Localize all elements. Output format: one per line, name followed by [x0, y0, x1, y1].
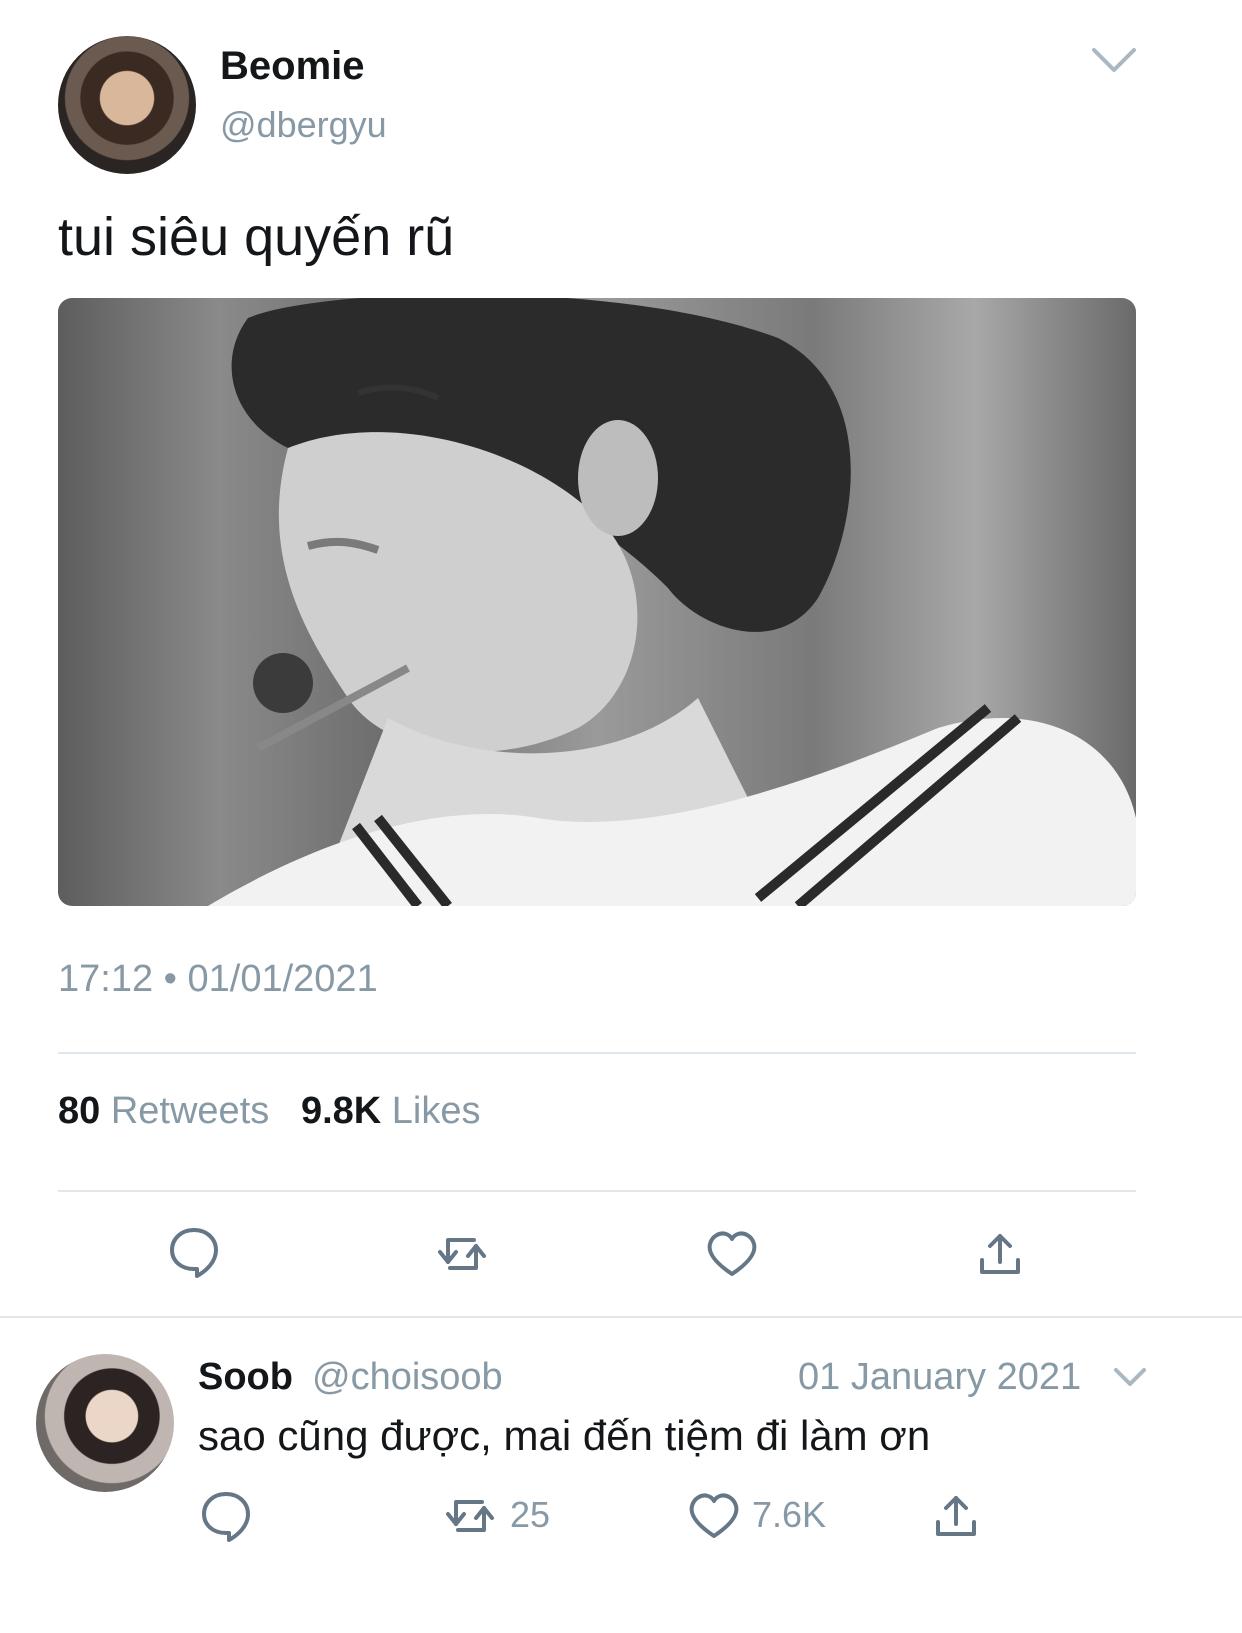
- divider: [58, 1190, 1136, 1192]
- photo-illustration: [208, 298, 1136, 906]
- author-display-name[interactable]: Beomie: [220, 44, 365, 89]
- author-handle[interactable]: @dbergyu: [220, 104, 387, 146]
- tweet-photo[interactable]: [58, 298, 1136, 906]
- reply-date: 01 January 2021: [798, 1356, 1082, 1398]
- chevron-down-icon[interactable]: [1112, 1362, 1148, 1394]
- reply-handle[interactable]: @choisoob: [312, 1356, 503, 1399]
- likes-count[interactable]: 9.8K: [301, 1090, 381, 1132]
- reply-icon[interactable]: [198, 1488, 254, 1544]
- author-avatar[interactable]: [58, 36, 196, 174]
- retweet-icon[interactable]: [434, 1226, 490, 1282]
- like-icon[interactable]: [704, 1226, 760, 1282]
- reply-display-name[interactable]: Soob: [198, 1356, 293, 1399]
- separator: [0, 1316, 1242, 1318]
- reply-author-avatar[interactable]: [36, 1354, 174, 1492]
- tweet-stats: 80 Retweets 9.8K Likes: [58, 1090, 481, 1133]
- retweet-icon[interactable]: [442, 1488, 498, 1544]
- reply-retweets-count: 25: [510, 1494, 551, 1535]
- share-icon[interactable]: [972, 1226, 1028, 1282]
- tweet-timestamp: 17:12 • 01/01/2021: [58, 958, 378, 1000]
- retweets-count[interactable]: 80: [58, 1090, 100, 1132]
- divider: [58, 1052, 1136, 1054]
- reply-likes-count: 7.6K: [752, 1494, 827, 1535]
- share-icon[interactable]: [928, 1488, 984, 1544]
- tweet-text: tui siêu quyến rũ: [58, 207, 455, 267]
- reply-icon[interactable]: [166, 1224, 222, 1280]
- reply-text: sao cũng được, mai đến tiệm đi làm ơn: [198, 1412, 931, 1459]
- like-icon[interactable]: [686, 1488, 742, 1544]
- chevron-down-icon[interactable]: [1090, 40, 1138, 80]
- likes-label[interactable]: Likes: [392, 1090, 481, 1132]
- retweets-label[interactable]: Retweets: [111, 1090, 269, 1132]
